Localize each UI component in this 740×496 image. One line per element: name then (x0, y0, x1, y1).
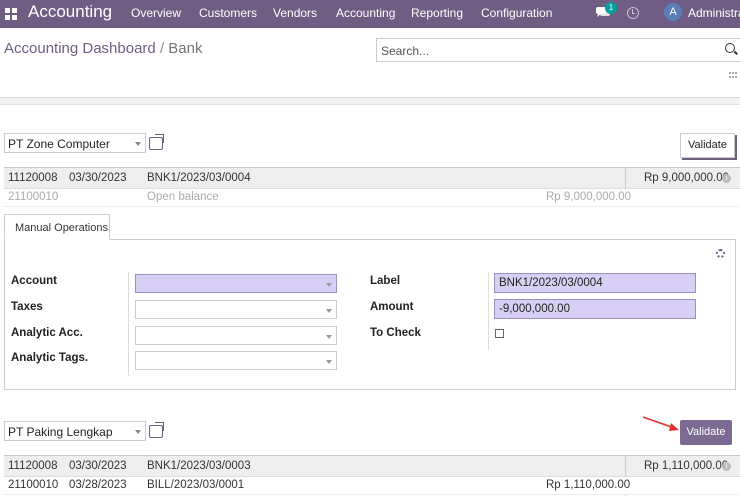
line-amount: Rp 1,110,000.00 (644, 460, 729, 472)
taxes-label: Taxes (11, 301, 43, 313)
chevron-down-icon (326, 335, 332, 339)
analytic-tags-select[interactable] (135, 351, 337, 370)
activity-clock-icon[interactable] (627, 7, 639, 19)
analytic-account-label: Analytic Acc. (11, 327, 83, 339)
app-brand[interactable]: Accounting (28, 2, 112, 22)
amount-input-value: -9,000,000.00 (499, 303, 570, 315)
validate-button[interactable]: Validate (680, 420, 732, 445)
breadcrumb-current: Bank (168, 40, 203, 57)
field-divider (488, 272, 489, 350)
menu-overview[interactable]: Overview (131, 6, 181, 20)
label-input[interactable]: BNK1/2023/03/0004 (494, 273, 696, 293)
analytic-account-select[interactable] (135, 326, 337, 345)
validate-button[interactable]: Validate (680, 133, 735, 158)
analytic-tags-label: Analytic Tags. (11, 352, 89, 364)
chevron-down-icon (326, 309, 332, 313)
amount-label: Amount (370, 301, 414, 313)
proposed-line[interactable]: 21100010 03/28/2023 BILL/2023/03/0001 Rp… (4, 477, 740, 495)
proposed-account: 21100010 (8, 191, 59, 203)
menu-vendors[interactable]: Vendors (273, 6, 317, 20)
to-check-label: To Check (370, 327, 421, 339)
external-link-icon[interactable] (149, 134, 164, 150)
line-account: 11120008 (8, 172, 58, 184)
label-input-value: BNK1/2023/03/0004 (499, 277, 603, 289)
search-icon[interactable] (725, 43, 735, 53)
partner-select[interactable]: PT Paking Lengkap (4, 421, 146, 441)
view-switcher-icon[interactable] (729, 72, 737, 78)
chevron-down-icon (326, 283, 332, 287)
taxes-select[interactable] (135, 300, 337, 319)
menu-reporting[interactable]: Reporting (411, 6, 463, 20)
chevron-down-icon (326, 360, 332, 364)
line-reference: BNK1/2023/03/0003 (147, 460, 251, 472)
line-amount: Rp 9,000,000.00 (644, 172, 730, 184)
account-label: Account (11, 275, 57, 287)
label-label: Label (370, 275, 401, 287)
proposed-reference: BILL/2023/03/0001 (147, 479, 245, 491)
line-date: 03/30/2023 (69, 172, 127, 184)
proposed-account: 21100010 (8, 479, 59, 491)
breadcrumb-separator: / (159, 40, 165, 57)
chat-badge: 1 (605, 2, 617, 14)
partner-value: PT Paking Lengkap (8, 425, 113, 439)
proposed-amount: Rp 1,110,000.00 (546, 479, 631, 491)
line-account: 11120008 (8, 460, 58, 472)
gear-icon[interactable] (716, 249, 725, 258)
proposed-date: 03/28/2023 (69, 479, 127, 491)
line-reference: BNK1/2023/03/0004 (147, 172, 251, 184)
breadcrumb: Accounting Dashboard / Bank (4, 40, 202, 57)
menu-configuration[interactable]: Configuration (481, 6, 552, 20)
partner-select[interactable]: PT Zone Computer (4, 133, 146, 153)
top-navbar: Accounting Overview Customers Vendors Ac… (0, 0, 740, 28)
search-input[interactable]: Search... (376, 38, 740, 62)
menu-accounting[interactable]: Accounting (336, 6, 395, 20)
amount-input[interactable]: -9,000,000.00 (494, 299, 696, 319)
proposed-label: Open balance (147, 191, 219, 203)
chevron-down-icon (135, 142, 141, 146)
partner-value: PT Zone Computer (8, 137, 110, 151)
section-divider (0, 97, 740, 105)
tab-label: Manual Operations (15, 222, 108, 234)
menu-customers[interactable]: Customers (199, 6, 257, 20)
to-check-checkbox[interactable] (495, 329, 504, 338)
info-icon[interactable]: i (722, 174, 731, 183)
red-arrow-annotation (642, 416, 679, 431)
tab-manual-operations[interactable]: Manual Operations (4, 214, 110, 240)
proposed-line[interactable]: 21100010 Open balance Rp 9,000,000.00 (4, 189, 740, 207)
statement-line[interactable]: 11120008 03/30/2023 BNK1/2023/03/0003 Rp… (4, 455, 740, 477)
user-name[interactable]: Administrator (688, 6, 740, 20)
breadcrumb-parent[interactable]: Accounting Dashboard (4, 40, 156, 57)
search-placeholder: Search... (381, 44, 430, 58)
proposed-amount: Rp 9,000,000.00 (546, 191, 632, 203)
external-link-icon[interactable] (149, 422, 164, 438)
account-select[interactable] (135, 274, 337, 293)
statement-line[interactable]: 11120008 03/30/2023 BNK1/2023/03/0004 Rp… (4, 167, 740, 189)
user-avatar[interactable]: A (664, 3, 682, 21)
info-icon[interactable]: i (722, 462, 731, 471)
field-divider (128, 272, 129, 376)
chevron-down-icon (135, 430, 141, 434)
line-date: 03/30/2023 (69, 460, 127, 472)
apps-menu-icon[interactable] (5, 8, 17, 20)
